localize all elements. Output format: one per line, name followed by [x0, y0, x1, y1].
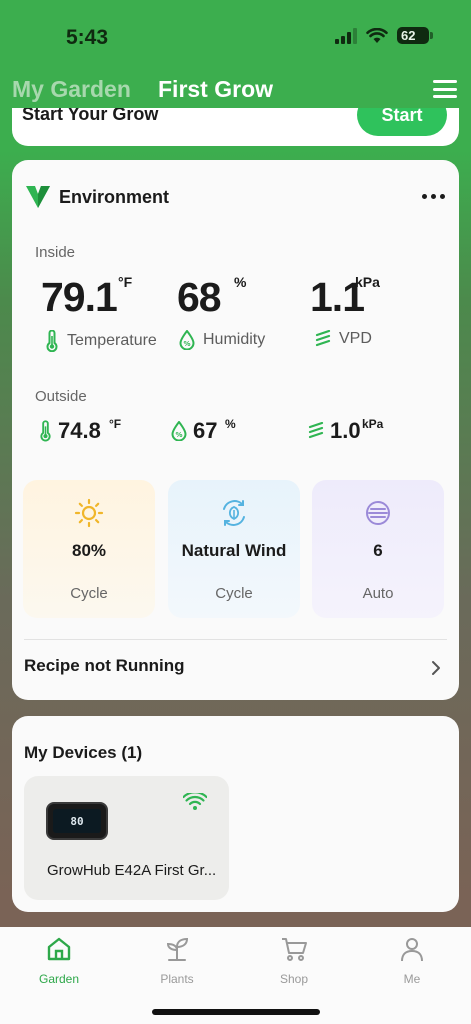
menu-icon[interactable] [433, 80, 457, 98]
tab-first-grow[interactable]: First Grow [158, 76, 273, 103]
outside-temperature-unit: °F [109, 417, 122, 431]
tab-me[interactable]: Me [372, 935, 452, 986]
device-tile[interactable]: 80 GrowHub E42A First Gr... [24, 776, 229, 900]
inside-label: Inside [35, 244, 76, 261]
status-bar: 5:43 62 [0, 0, 471, 70]
vent-tile-value: 6 [373, 541, 383, 560]
light-tile-label: Cycle [70, 585, 108, 602]
svg-text:%: % [175, 431, 182, 439]
start-grow-card: Start Your Grow Start [12, 108, 459, 146]
sun-icon [74, 498, 104, 528]
outside-vpd: 1.0 [308, 418, 361, 444]
chevron-right-icon[interactable] [431, 660, 441, 676]
outside-humidity: % 67 [171, 418, 217, 444]
recipe-status[interactable]: Recipe not Running [24, 656, 185, 676]
cellular-signal-icon [335, 27, 357, 44]
cart-icon [282, 938, 307, 961]
light-tile-value: 80% [71, 541, 107, 560]
inside-vpd-unit: kPa [355, 274, 380, 290]
vpd-wave-icon [308, 422, 324, 439]
start-button[interactable]: Start [357, 108, 447, 136]
vent-tile-label: Auto [362, 585, 394, 602]
inside-temperature-unit: °F [118, 274, 133, 290]
bottom-tab-bar: Garden Plants Shop Me [0, 927, 471, 1024]
battery-indicator: 62 [397, 27, 433, 44]
environment-card: Environment Inside 79.1 °F 68 % 1.1 kPa … [12, 160, 459, 700]
outside-vpd-unit: kPa [362, 417, 384, 431]
temperature-label: Temperature [67, 332, 157, 349]
tab-garden[interactable]: Garden [19, 935, 99, 986]
temperature-label-row: Temperature [45, 330, 157, 352]
fan-icon [366, 501, 390, 525]
person-icon [401, 938, 423, 962]
fan-tile-value: Natural Wind [181, 541, 287, 560]
humidity-label-row: % Humidity [179, 330, 265, 350]
home-indicator [152, 1009, 320, 1015]
environment-title: Environment [59, 187, 170, 207]
humidity-label: Humidity [203, 331, 266, 348]
humidity-drop-icon: % [179, 330, 195, 350]
vpd-label: VPD [339, 330, 372, 347]
vpd-wave-icon [315, 330, 331, 347]
more-options-icon[interactable] [422, 194, 445, 199]
status-icons: 62 [335, 27, 433, 44]
devices-card: My Devices (1) 80 GrowHub E42A First Gr.… [12, 716, 459, 912]
fan-tile-label: Cycle [215, 585, 253, 602]
home-icon [47, 937, 71, 961]
outside-label: Outside [35, 388, 87, 405]
outside-temperature: 74.8 [39, 418, 101, 444]
inside-temperature-value: 79.1 [41, 274, 118, 320]
wifi-icon [366, 27, 388, 43]
wifi-icon [183, 793, 207, 810]
outside-humidity-unit: % [225, 417, 236, 431]
thermometer-icon [40, 420, 51, 442]
tab-me-label: Me [403, 972, 421, 986]
inside-humidity-value: 68 [177, 274, 222, 320]
tab-shop-label: Shop [279, 972, 309, 986]
controller-screen-value: 80 [53, 809, 101, 833]
device-name: GrowHub E42A First Gr... [47, 862, 219, 879]
outside-humidity-value: 67 [193, 418, 218, 443]
outside-temperature-value: 74.8 [58, 418, 101, 443]
brand-logo-icon [26, 186, 50, 208]
vent-tile[interactable]: 6 Auto [312, 480, 444, 618]
tab-plants[interactable]: Plants [137, 935, 217, 986]
tab-garden-label: Garden [38, 972, 80, 986]
divider [24, 639, 447, 640]
light-tile[interactable]: 80% Cycle [23, 480, 155, 618]
devices-title: My Devices (1) [24, 743, 143, 762]
thermometer-icon [46, 330, 58, 352]
humidity-drop-icon: % [171, 421, 187, 441]
device-name-text: GrowHub E42A First Gr... [47, 862, 217, 879]
fan-leaf-icon [223, 500, 245, 526]
inside-humidity-unit: % [234, 274, 247, 290]
fan-tile[interactable]: Natural Wind Cycle [168, 480, 300, 618]
tab-my-garden[interactable]: My Garden [12, 76, 131, 103]
vpd-label-row: VPD [315, 330, 372, 348]
tab-plants-label: Plants [160, 972, 194, 986]
outside-vpd-value: 1.0 [330, 418, 361, 443]
start-grow-label: Start Your Grow [22, 108, 159, 124]
top-nav: My Garden First Grow [0, 70, 471, 110]
sprout-icon [166, 937, 189, 961]
tab-shop[interactable]: Shop [254, 935, 334, 986]
svg-text:%: % [183, 340, 190, 348]
controller-image: 80 [46, 802, 108, 840]
status-time: 5:43 [66, 26, 109, 49]
